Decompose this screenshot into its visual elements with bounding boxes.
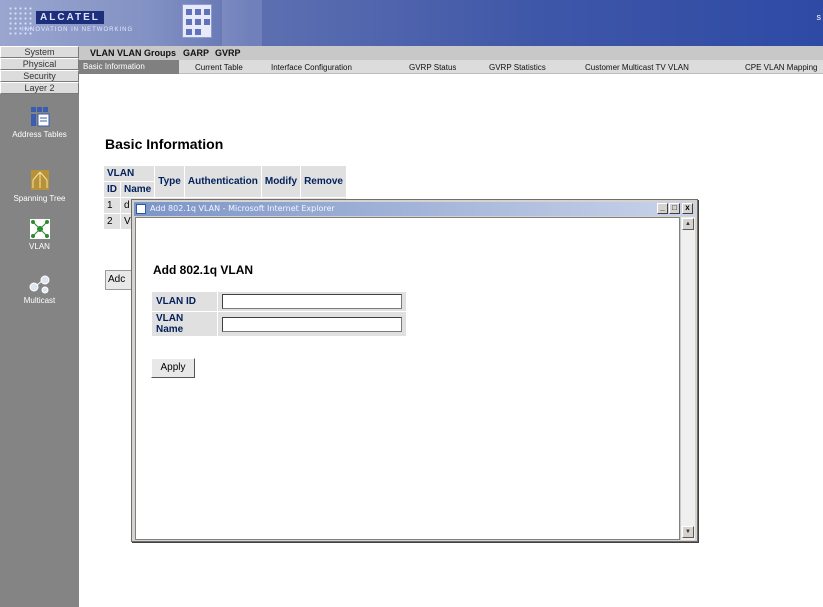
nav-spanning-tree[interactable]: Spanning Tree xyxy=(0,168,79,203)
vlan-name-label: VLAN Name xyxy=(151,311,218,337)
header-remove: Remove xyxy=(300,165,347,198)
tab-customer-multicast-tv-vlan[interactable]: Customer Multicast TV VLAN xyxy=(585,63,689,72)
primary-tab-bar: VLAN VLAN Groups GARP GVRP xyxy=(79,46,823,60)
nav-multicast-label: Multicast xyxy=(23,296,56,305)
nav-spanning-tree-label: Spanning Tree xyxy=(13,194,66,203)
vlan-name-field[interactable] xyxy=(222,316,402,332)
maximize-button[interactable]: □ xyxy=(669,203,680,214)
header-name: Name xyxy=(119,181,156,198)
apply-button[interactable]: Apply xyxy=(151,358,195,378)
nav-physical-button[interactable]: Physical xyxy=(0,58,79,70)
tab-gvrp[interactable]: GVRP xyxy=(215,48,241,58)
tab-vlan-groups[interactable]: VLAN Groups xyxy=(117,48,176,58)
vlan-id-label: VLAN ID xyxy=(151,291,218,312)
nav-multicast[interactable]: Multicast xyxy=(0,274,79,305)
tab-garp[interactable]: GARP xyxy=(183,48,209,58)
minimize-button[interactable]: _ xyxy=(657,203,668,214)
row-id: 2 xyxy=(103,213,121,230)
nav-vlan[interactable]: VLAN xyxy=(0,218,79,251)
logo: ALCATEL xyxy=(36,11,104,24)
address-tables-icon xyxy=(30,107,49,127)
close-button[interactable]: x xyxy=(682,203,693,214)
tab-cpe-vlan-mapping[interactable]: CPE VLAN Mapping xyxy=(745,63,817,72)
popup-content: Add 802.1q VLAN VLAN ID VLAN Name Apply xyxy=(135,217,680,540)
tab-interface-configuration[interactable]: Interface Configuration xyxy=(271,63,352,72)
scroll-down-icon[interactable]: ▼ xyxy=(682,526,694,538)
logo-area: ALCATEL INNOVATION IN NETWORKING xyxy=(0,0,250,46)
header-modify: Modify xyxy=(260,165,302,198)
vlan-id-field[interactable] xyxy=(222,294,402,309)
nav-address-tables-label: Address Tables xyxy=(12,130,67,139)
tab-basic-information[interactable]: Basic Information xyxy=(79,60,179,74)
add-vlan-form: VLAN ID VLAN Name xyxy=(151,291,407,337)
add-vlan-popup-window: Add 802.1q VLAN - Microsoft Internet Exp… xyxy=(131,199,698,542)
vlan-icon xyxy=(29,219,50,239)
row-id: 1 xyxy=(103,197,121,214)
tagline: INNOVATION IN NETWORKING xyxy=(22,27,134,33)
header-id: ID xyxy=(103,181,121,198)
header-authentication: Authentication xyxy=(183,165,262,198)
nav-vlan-label: VLAN xyxy=(29,242,50,251)
tab-vlan[interactable]: VLAN xyxy=(90,48,115,58)
tab-current-table[interactable]: Current Table xyxy=(195,63,243,72)
banner-edge-mark: s xyxy=(816,12,822,22)
spanning-tree-icon xyxy=(30,170,49,190)
add-button[interactable]: Adc xyxy=(105,270,133,290)
header-banner: ALCATEL INNOVATION IN NETWORKING s xyxy=(0,0,823,46)
left-nav: System Physical Security Layer 2 Address… xyxy=(0,46,79,607)
vlan-group-header: VLAN xyxy=(102,165,156,182)
scroll-up-icon[interactable]: ▲ xyxy=(682,218,694,230)
nav-address-tables[interactable]: Address Tables xyxy=(0,106,79,139)
multicast-icon xyxy=(29,275,49,294)
page-title: Basic Information xyxy=(105,136,224,152)
ie-window-icon xyxy=(136,204,146,214)
tab-gvrp-statistics[interactable]: GVRP Statistics xyxy=(489,63,546,72)
nav-layer2-button[interactable]: Layer 2 xyxy=(0,82,79,94)
switch-graphic-icon xyxy=(182,4,212,38)
header-type: Type xyxy=(154,165,185,198)
nav-system-button[interactable]: System xyxy=(0,46,79,58)
vertical-scrollbar[interactable]: ▲ ▼ xyxy=(680,217,695,540)
popup-heading: Add 802.1q VLAN xyxy=(153,263,254,277)
popup-window-title: Add 802.1q VLAN - Microsoft Internet Exp… xyxy=(150,204,335,213)
secondary-tab-bar: Basic Information Current Table Interfac… xyxy=(79,60,823,74)
tab-gvrp-status[interactable]: GVRP Status xyxy=(409,63,456,72)
nav-security-button[interactable]: Security xyxy=(0,70,79,82)
popup-titlebar[interactable]: Add 802.1q VLAN - Microsoft Internet Exp… xyxy=(134,202,695,216)
banner-decoration xyxy=(222,0,262,46)
